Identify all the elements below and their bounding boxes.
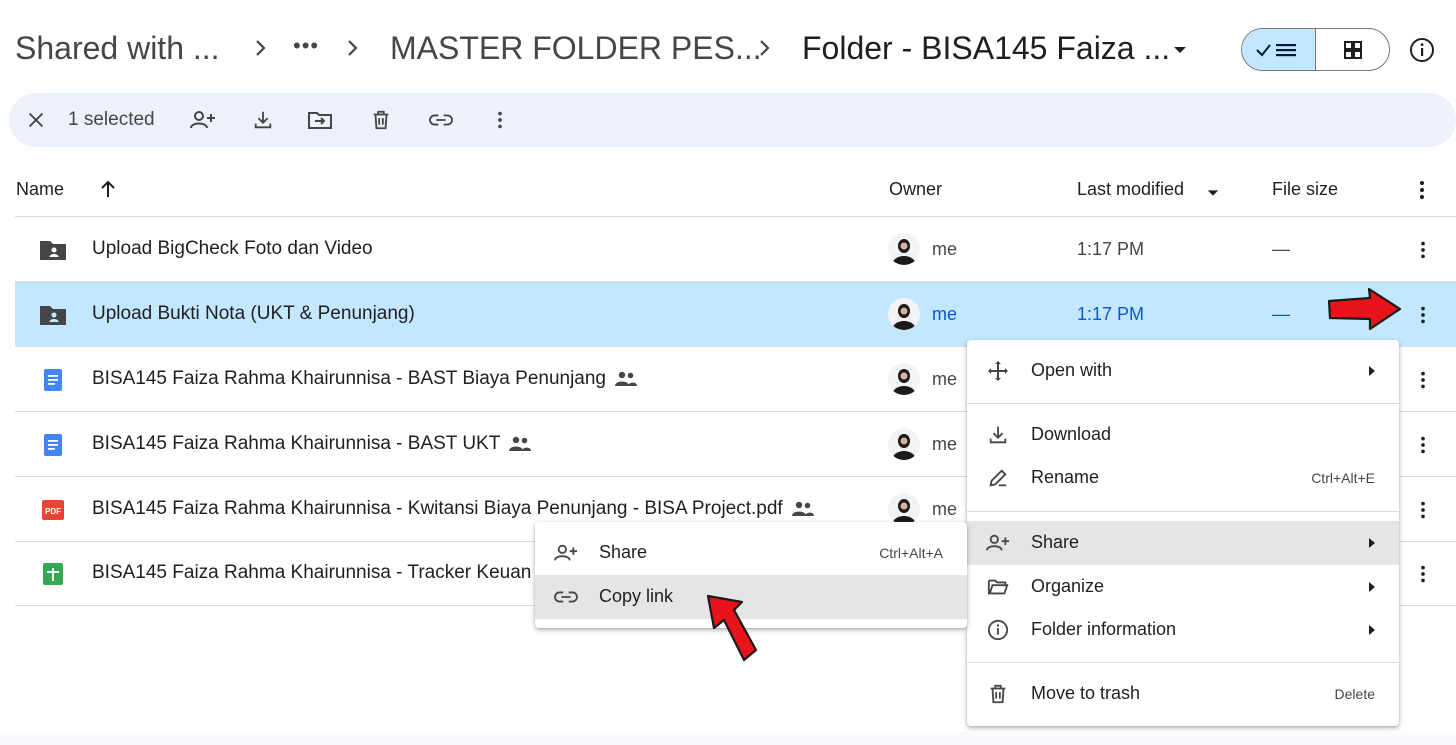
submenu-item-share[interactable]: Share Ctrl+Alt+A — [535, 531, 967, 575]
breadcrumb-current-folder[interactable]: Folder - BISA145 Faiza ... — [802, 28, 1170, 68]
shared-folder-icon — [39, 236, 67, 264]
more-vert-icon[interactable] — [1409, 236, 1437, 264]
owner-name: me — [932, 434, 958, 454]
owner-name: me — [932, 499, 958, 519]
breadcrumb-overflow-button[interactable]: ••• — [293, 26, 319, 66]
link-icon[interactable] — [427, 106, 455, 134]
column-header-file-size[interactable]: File size — [1272, 179, 1338, 200]
context-menu: Open with Download Rename Ctrl+Alt+E Sha… — [967, 340, 1399, 726]
trash-icon — [985, 682, 1011, 706]
avatar — [888, 363, 920, 395]
breadcrumb-shared-with-me[interactable]: Shared with ... — [15, 28, 220, 68]
sort-ascending-icon[interactable] — [96, 177, 120, 206]
grid-view-button[interactable] — [1316, 29, 1389, 70]
caret-down-icon[interactable] — [1206, 183, 1220, 204]
bottom-edge — [0, 732, 1456, 745]
selection-toolbar: 1 selected — [9, 93, 1456, 147]
column-header-last-modified[interactable]: Last modified — [1077, 179, 1184, 200]
caret-right-icon — [1367, 535, 1377, 551]
close-icon[interactable] — [22, 106, 50, 134]
file-name[interactable]: BISA145 Faiza Rahma Khairunnisa - BAST B… — [92, 368, 638, 390]
chevron-right-icon — [753, 34, 777, 62]
move-to-folder-icon[interactable] — [306, 106, 334, 134]
column-header-name[interactable]: Name — [16, 179, 64, 200]
file-size: — — [1272, 239, 1290, 259]
breadcrumb-master-folder[interactable]: MASTER FOLDER PES... — [390, 28, 762, 68]
divider — [967, 662, 1399, 663]
google-docs-icon — [39, 366, 67, 394]
shared-folder-icon — [39, 301, 67, 329]
menu-item-rename[interactable]: Rename Ctrl+Alt+E — [967, 456, 1399, 500]
file-size: — — [1272, 304, 1290, 324]
table-row-selected[interactable]: Upload Bukti Nota (UKT & Penunjang) me 1… — [15, 282, 1456, 347]
annotation-arrow-up-left-icon — [706, 594, 758, 662]
google-sheets-icon — [39, 560, 67, 588]
owner-name: me — [932, 304, 958, 324]
more-vert-icon[interactable] — [1409, 431, 1437, 459]
menu-item-folder-information[interactable]: Folder information — [967, 608, 1399, 652]
view-toggle — [1241, 28, 1390, 71]
file-name[interactable]: BISA145 Faiza Rahma Khairunnisa - BAST U… — [92, 433, 532, 455]
google-docs-icon — [39, 431, 67, 459]
last-modified: 1:17 PM — [1077, 304, 1145, 324]
menu-item-organize[interactable]: Organize — [967, 565, 1399, 609]
menu-item-move-to-trash[interactable]: Move to trash Delete — [967, 672, 1399, 716]
add-person-icon — [985, 531, 1011, 555]
divider — [967, 511, 1399, 512]
pdf-icon: PDF — [39, 496, 67, 524]
file-name[interactable]: Upload Bukti Nota (UKT & Penunjang) — [92, 303, 415, 325]
table-row[interactable]: Upload BigCheck Foto dan Video me 1:17 P… — [15, 217, 1456, 282]
menu-item-share[interactable]: Share — [967, 521, 1399, 565]
owner-name: me — [932, 239, 958, 259]
add-person-icon[interactable] — [189, 106, 217, 134]
avatar — [888, 428, 920, 460]
download-icon[interactable] — [249, 106, 277, 134]
add-person-icon — [553, 541, 579, 565]
file-name[interactable]: Upload BigCheck Foto dan Video — [92, 238, 373, 260]
more-vert-icon[interactable] — [1409, 301, 1437, 329]
more-vert-icon[interactable] — [1409, 496, 1437, 524]
trash-icon[interactable] — [367, 106, 395, 134]
divider — [967, 403, 1399, 404]
check-list-icon — [1255, 43, 1296, 56]
folder-open-icon — [985, 575, 1011, 599]
caret-right-icon — [1367, 363, 1377, 379]
chevron-right-icon — [341, 34, 365, 62]
link-icon — [553, 585, 579, 609]
more-vert-icon[interactable] — [1410, 178, 1434, 207]
caret-right-icon — [1367, 622, 1377, 638]
move-arrows-icon — [985, 359, 1011, 383]
menu-item-download[interactable]: Download — [967, 413, 1399, 457]
more-vert-icon[interactable] — [1409, 366, 1437, 394]
chevron-right-icon — [249, 34, 273, 62]
column-header-owner[interactable]: Owner — [889, 179, 942, 200]
shared-people-icon — [614, 369, 638, 389]
avatar — [888, 298, 920, 330]
avatar — [888, 493, 920, 525]
shared-people-icon — [791, 499, 815, 519]
file-name[interactable]: BISA145 Faiza Rahma Khairunnisa - Kwitan… — [92, 498, 815, 520]
more-vert-icon[interactable] — [486, 106, 514, 134]
download-icon — [985, 423, 1011, 447]
avatar — [888, 233, 920, 265]
svg-text:PDF: PDF — [45, 507, 61, 516]
more-vert-icon[interactable] — [1409, 560, 1437, 588]
info-icon — [985, 618, 1011, 642]
shared-people-icon — [508, 434, 532, 454]
annotation-arrow-right-icon — [1327, 287, 1402, 331]
caret-right-icon — [1367, 579, 1377, 595]
last-modified: 1:17 PM — [1077, 239, 1145, 259]
owner-name: me — [932, 369, 958, 389]
grid-icon — [1343, 40, 1362, 59]
pencil-icon — [985, 466, 1011, 490]
info-icon[interactable] — [1406, 34, 1438, 66]
breadcrumb: Shared with ... ••• MASTER FOLDER PES...… — [0, 0, 1456, 96]
list-view-button[interactable] — [1242, 29, 1316, 70]
caret-down-icon[interactable] — [1168, 38, 1192, 62]
selected-count: 1 selected — [68, 109, 155, 130]
file-name[interactable]: BISA145 Faiza Rahma Khairunnisa - Tracke… — [92, 562, 531, 584]
menu-item-open-with[interactable]: Open with — [967, 349, 1399, 393]
